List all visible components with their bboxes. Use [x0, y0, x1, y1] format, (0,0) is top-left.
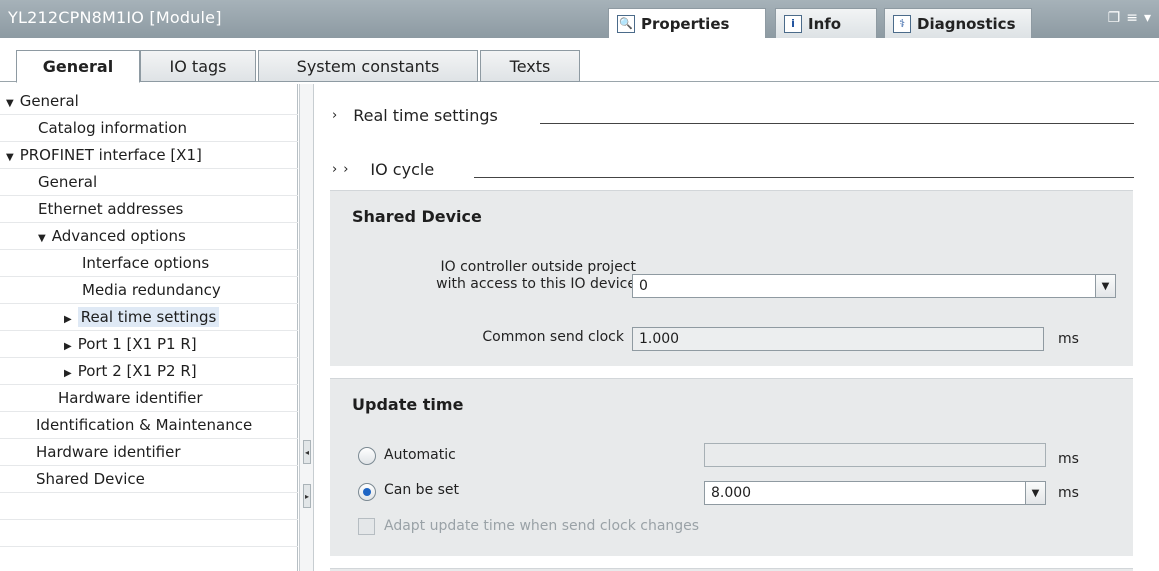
chevron-down-icon[interactable]: ▾: [1144, 10, 1151, 26]
panel-splitter[interactable]: ◂ ▸: [299, 84, 314, 571]
tree-empty-row: [0, 493, 298, 520]
tree-empty-row: [0, 520, 298, 547]
tree-item-port-1[interactable]: Port 1 [X1 P1 R]: [0, 331, 298, 358]
io-controller-select[interactable]: 0 ▼: [632, 274, 1116, 298]
tab-properties[interactable]: 🔍 Properties: [608, 8, 766, 38]
section-real-time-settings-label: Real time settings: [353, 106, 498, 125]
tab-general[interactable]: General: [16, 50, 140, 83]
diagnostics-icon: ⚕: [893, 14, 911, 33]
info-icon: i: [784, 14, 802, 33]
io-controller-label-line2: with access to this IO device: [436, 276, 636, 292]
sub-tab-bar: General IO tags System constants Texts: [0, 38, 1159, 83]
automatic-label: Automatic: [384, 447, 456, 463]
io-controller-value: 0: [639, 278, 648, 294]
double-chevron-right-icon: ››: [332, 162, 355, 177]
caret-down-icon: [6, 146, 20, 164]
tree-item-media-redundancy[interactable]: Media redundancy: [0, 277, 298, 304]
tree-item-shared-device[interactable]: Shared Device: [0, 466, 298, 493]
shared-device-heading: Shared Device: [352, 207, 482, 226]
can-be-set-radio[interactable]: [358, 483, 376, 501]
send-clock-field: 1.000: [632, 327, 1044, 351]
caret-right-icon: [64, 335, 78, 353]
dropdown-arrow-icon[interactable]: ▼: [1095, 275, 1115, 297]
send-clock-value: 1.000: [639, 331, 680, 347]
window-controls: ❐ ≡ ▾: [1108, 10, 1151, 26]
tree-item-real-time-settings[interactable]: Real time settings: [0, 304, 298, 331]
section-divider: [540, 123, 1134, 124]
tree-item-interface-general[interactable]: General: [0, 169, 298, 196]
adapt-update-time-label: Adapt update time when send clock change…: [384, 518, 700, 534]
caret-right-icon: [64, 362, 78, 380]
tab-system-constants[interactable]: System constants: [258, 50, 478, 82]
update-time-value: 8.000: [711, 485, 752, 501]
section-io-cycle[interactable]: ›› IO cycle: [332, 160, 434, 179]
restore-icon[interactable]: ❐: [1108, 10, 1121, 26]
io-controller-label: IO controller outside project with acces…: [370, 259, 636, 293]
tab-diagnostics-label: Diagnostics: [917, 14, 1016, 33]
tree-item-profinet-interface[interactable]: PROFINET interface [X1]: [0, 142, 298, 169]
section-divider: [474, 177, 1134, 178]
shared-device-panel: Shared Device IO controller outside proj…: [330, 190, 1133, 366]
caret-right-icon: [64, 308, 78, 326]
update-time-select[interactable]: 8.000 ▼: [704, 481, 1046, 505]
caret-down-icon: [6, 92, 20, 110]
update-time-panel: Update time Automatic ms Can be set 8.00…: [330, 378, 1133, 556]
title-bar: YL212CPN8M1IO [Module] 🔍 Properties i In…: [0, 0, 1159, 38]
window-title: YL212CPN8M1IO [Module]: [8, 8, 222, 27]
automatic-unit: ms: [1058, 451, 1079, 467]
tree-item-catalog-information[interactable]: Catalog information: [0, 115, 298, 142]
tree-item-advanced-options[interactable]: Advanced options: [0, 223, 298, 250]
update-time-unit: ms: [1058, 485, 1079, 501]
update-time-heading: Update time: [352, 395, 464, 414]
dropdown-arrow-icon[interactable]: ▼: [1025, 482, 1045, 504]
properties-icon: 🔍: [617, 14, 635, 33]
tree-item-ethernet-addresses[interactable]: Ethernet addresses: [0, 196, 298, 223]
caret-down-icon: [38, 227, 52, 245]
tree-item-hardware-identifier[interactable]: Hardware identifier: [0, 439, 298, 466]
tab-info[interactable]: i Info: [775, 8, 877, 38]
automatic-field: [704, 443, 1046, 467]
send-clock-unit: ms: [1058, 331, 1079, 347]
tab-properties-label: Properties: [641, 14, 730, 33]
chevron-right-icon: ›: [332, 108, 338, 123]
tree-item-general[interactable]: General: [0, 88, 298, 115]
tree-item-interface-hardware-identifier[interactable]: Hardware identifier: [0, 385, 298, 412]
tab-io-tags[interactable]: IO tags: [140, 50, 256, 82]
navigation-tree: General Catalog information PROFINET int…: [0, 84, 298, 571]
tab-diagnostics[interactable]: ⚕ Diagnostics: [884, 8, 1032, 38]
adapt-update-time-checkbox[interactable]: [358, 518, 375, 535]
section-io-cycle-label: IO cycle: [370, 160, 435, 179]
section-real-time-settings[interactable]: › Real time settings: [332, 106, 498, 125]
tab-info-label: Info: [808, 14, 842, 33]
tree-item-interface-options[interactable]: Interface options: [0, 250, 298, 277]
automatic-radio[interactable]: [358, 447, 376, 465]
tab-texts[interactable]: Texts: [480, 50, 580, 82]
expand-right-icon[interactable]: ▸: [303, 484, 311, 508]
io-controller-label-line1: IO controller outside project: [440, 259, 637, 275]
can-be-set-label: Can be set: [384, 482, 460, 498]
tree-item-port-2[interactable]: Port 2 [X1 P2 R]: [0, 358, 298, 385]
collapse-left-icon[interactable]: ◂: [303, 440, 311, 464]
menu-icon[interactable]: ≡: [1126, 10, 1138, 26]
tree-item-identification-maintenance[interactable]: Identification & Maintenance: [0, 412, 298, 439]
properties-content: › Real time settings ›› IO cycle Shared …: [316, 84, 1159, 571]
send-clock-label: Common send clock: [482, 329, 624, 345]
